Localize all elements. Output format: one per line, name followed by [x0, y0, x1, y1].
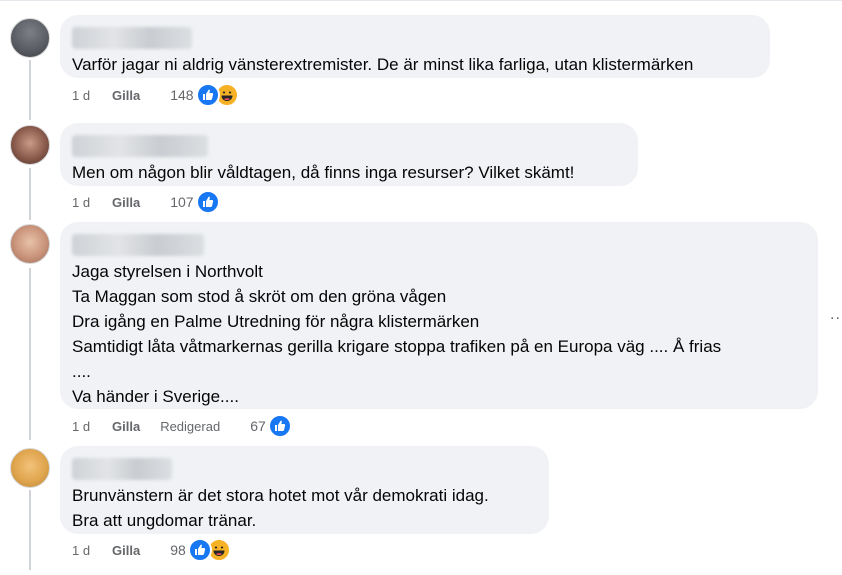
comment-time[interactable]: 1 d: [72, 543, 112, 558]
edited-label: Redigerad: [160, 418, 221, 434]
more-options-icon[interactable]: ...: [830, 306, 842, 324]
comment-time[interactable]: 1 d: [72, 88, 112, 103]
comment-text: Jaga styrelsen i Northvolt Ta Maggan som…: [72, 262, 722, 406]
thread-line: [29, 60, 31, 120]
comment-bubble: Men om någon blir våldtagen, då finns in…: [60, 123, 638, 186]
comment-actions: 1 d Gilla 107: [72, 190, 220, 214]
comment-text: Varför jagar ni aldrig vänsterextremiste…: [72, 55, 694, 74]
comment-text: Men om någon blir våldtagen, då finns in…: [72, 163, 575, 182]
comment-time[interactable]: 1 d: [72, 195, 112, 210]
comment-bubble: Varför jagar ni aldrig vänsterextremiste…: [60, 15, 770, 78]
author-name-blurred[interactable]: [72, 234, 204, 256]
comment-actions: 1 d Gilla Redigerad 67: [72, 414, 292, 438]
avatar[interactable]: [10, 125, 50, 165]
comment-bubble: Jaga styrelsen i Northvolt Ta Maggan som…: [60, 222, 818, 409]
like-icon[interactable]: [195, 83, 220, 107]
avatar[interactable]: [10, 224, 50, 264]
author-name-blurred[interactable]: [72, 27, 192, 49]
comment-text: Brunvänstern är det stora hotet mot vår …: [72, 486, 489, 530]
reaction-count[interactable]: 148: [170, 87, 193, 103]
comment-bubble: Brunvänstern är det stora hotet mot vår …: [60, 446, 549, 534]
comment-actions: 1 d Gilla 148: [72, 83, 239, 107]
top-divider: [0, 0, 842, 1]
like-button[interactable]: Gilla: [112, 419, 140, 434]
author-name-blurred[interactable]: [72, 135, 208, 157]
comment-time[interactable]: 1 d: [72, 419, 112, 434]
avatar[interactable]: [10, 18, 50, 58]
like-icon[interactable]: [195, 190, 220, 214]
reaction-count[interactable]: 67: [250, 418, 266, 434]
thread-line: [29, 490, 31, 570]
like-icon[interactable]: [267, 414, 292, 438]
comment-actions: 1 d Gilla 98: [72, 538, 231, 562]
thread-line: [29, 268, 31, 440]
author-name-blurred[interactable]: [72, 458, 172, 480]
reaction-count[interactable]: 107: [170, 194, 193, 210]
thread-line: [29, 168, 31, 220]
like-button[interactable]: Gilla: [112, 195, 140, 210]
avatar[interactable]: [10, 448, 50, 488]
reaction-count[interactable]: 98: [170, 542, 186, 558]
like-icon[interactable]: [187, 538, 212, 562]
like-button[interactable]: Gilla: [112, 88, 140, 103]
like-button[interactable]: Gilla: [112, 543, 140, 558]
